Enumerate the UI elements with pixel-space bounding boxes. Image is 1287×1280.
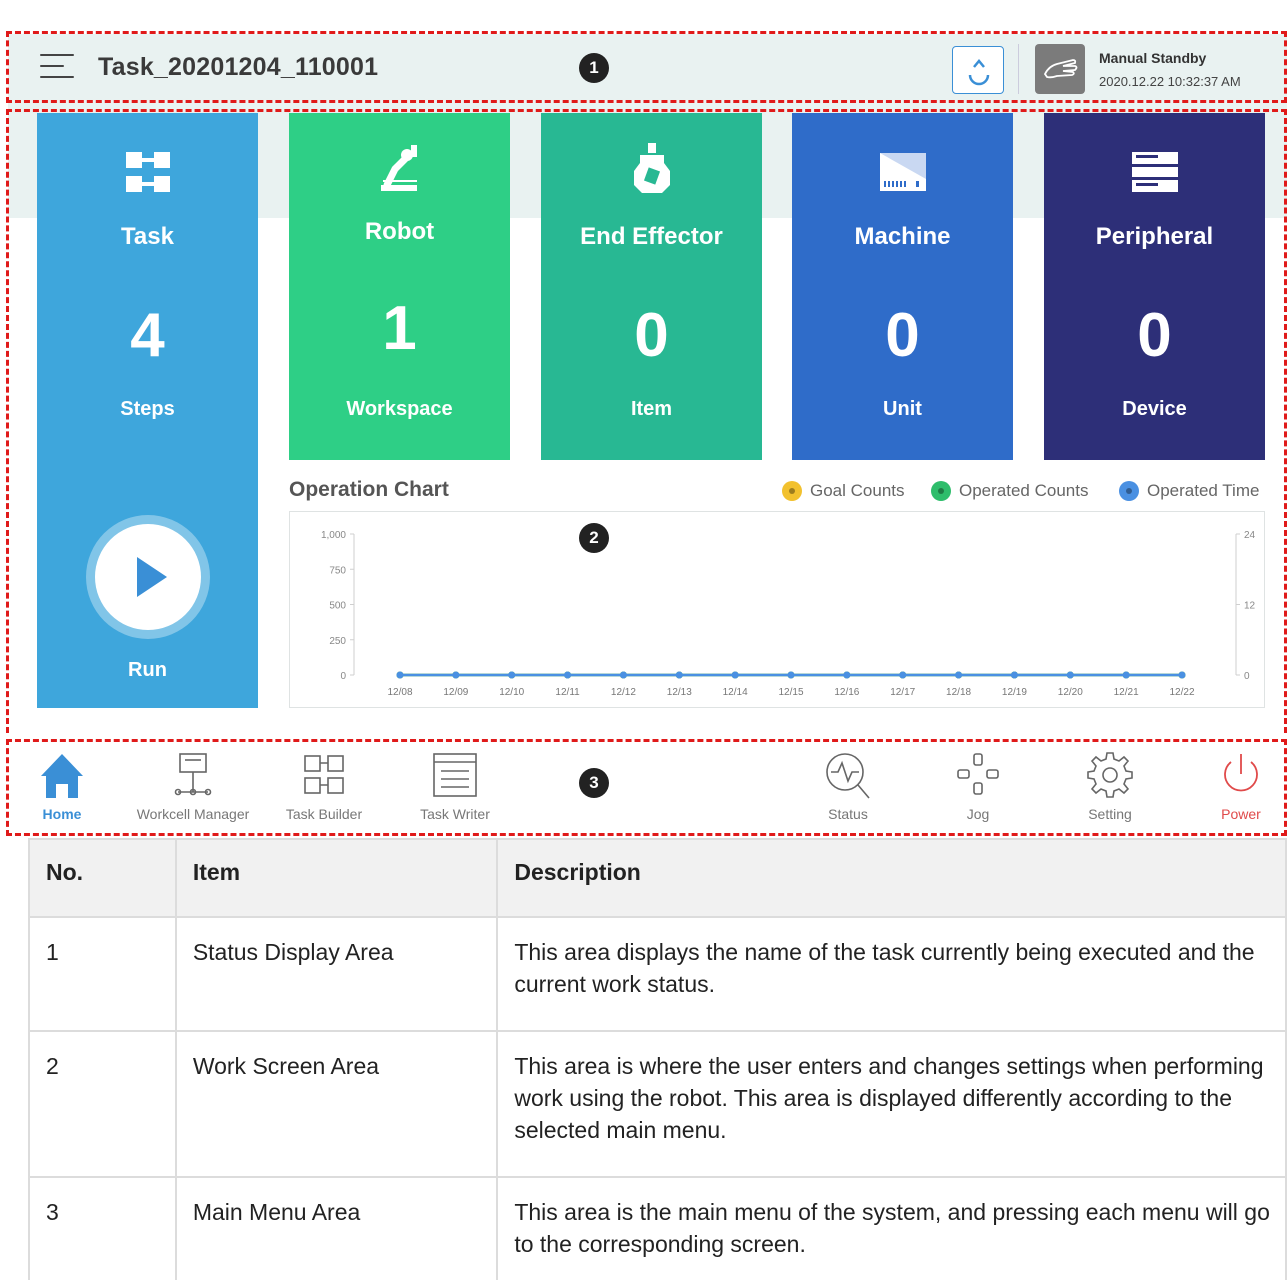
row-description: This area displays the name of the task … [496, 916, 1287, 1032]
callout-box-status-area [6, 31, 1287, 103]
app-screenshot: Task_20201204_110001 1 Manual Standby 20… [0, 0, 1287, 838]
row-item: Main Menu Area [174, 1176, 499, 1280]
table-row: 1 Status Display Area This area displays… [28, 916, 1287, 1032]
row-item: Status Display Area [174, 916, 499, 1032]
row-no: 3 [28, 1176, 177, 1280]
header-no: No. [28, 838, 177, 918]
row-description: This area is the main menu of the system… [496, 1176, 1287, 1280]
table-row: 2 Work Screen Area This area is where th… [28, 1030, 1287, 1178]
row-description: This area is where the user enters and c… [496, 1030, 1287, 1178]
header-item: Item [174, 838, 499, 918]
header-description: Description [496, 838, 1287, 918]
row-no: 2 [28, 1030, 177, 1178]
row-item: Work Screen Area [174, 1030, 499, 1178]
row-no: 1 [28, 916, 177, 1032]
callout-box-work-area [6, 109, 1287, 733]
description-table: No. Item Description 1 Status Display Ar… [28, 838, 1287, 1280]
table-row: 3 Main Menu Area This area is the main m… [28, 1176, 1287, 1280]
callout-box-menu-area [6, 739, 1287, 836]
table-header-row: No. Item Description [28, 838, 1287, 918]
